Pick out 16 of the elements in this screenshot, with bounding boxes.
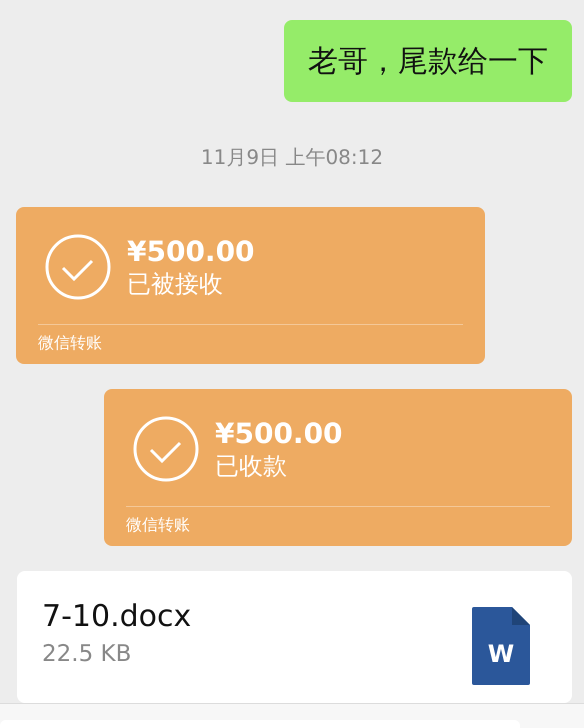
- transfer-status: 已收款: [215, 450, 288, 480]
- document-icon: W: [472, 607, 530, 685]
- transfer-amount: ¥500.00: [215, 416, 343, 450]
- file-name: 7-10.docx: [42, 598, 192, 636]
- timestamp: 11月9日 上午08:12: [200, 146, 384, 168]
- file-size: 22.5 KB: [42, 640, 132, 669]
- check-circle-icon: [45, 234, 111, 300]
- transfer-label: 微信转账: [38, 333, 102, 352]
- transfer-label: 微信转账: [126, 515, 190, 534]
- transfer-card[interactable]: ¥500.00 已被接收 微信转账: [16, 207, 485, 364]
- message-bubble: 老哥，尾款给一下: [284, 20, 572, 102]
- transfer-card[interactable]: ¥500.00 已收款 微信转账: [104, 389, 572, 546]
- transfer-status: 已被接收: [127, 268, 224, 298]
- check-circle-icon: [133, 416, 199, 482]
- file-card[interactable]: 7-10.docx 22.5 KB W: [17, 571, 572, 703]
- transfer-amount: ¥500.00: [127, 234, 255, 268]
